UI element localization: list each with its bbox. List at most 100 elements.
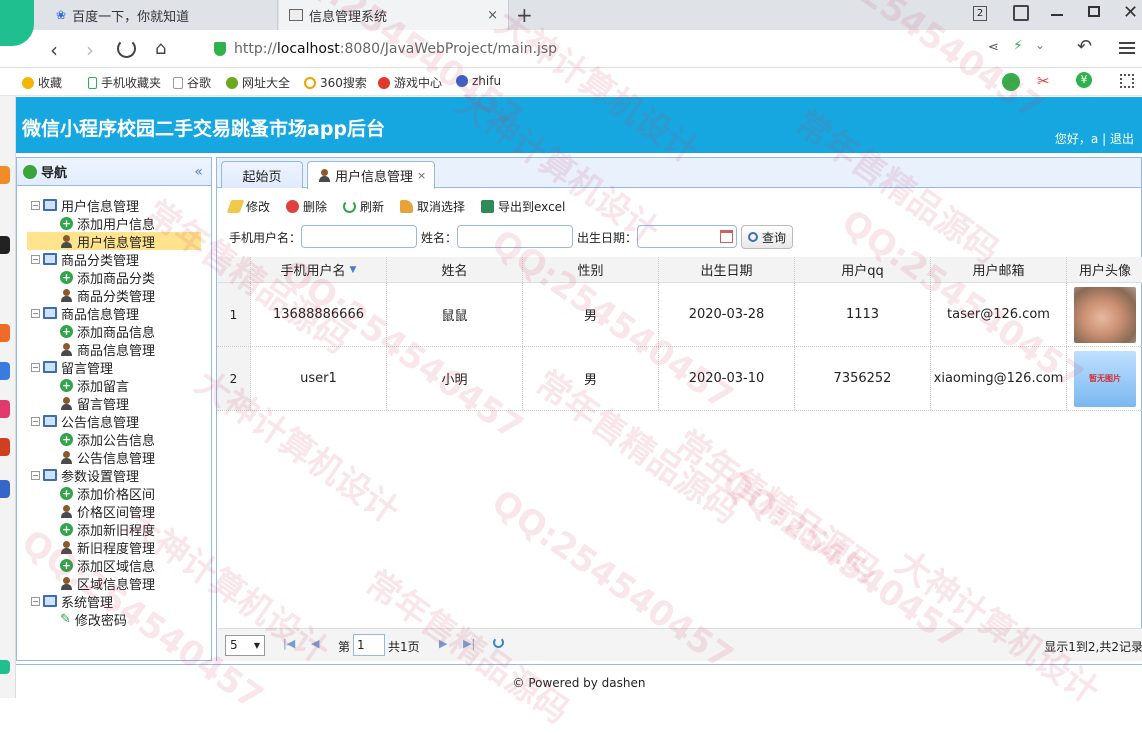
close-tab-icon[interactable]: × bbox=[487, 8, 498, 23]
column-name[interactable]: 姓名 bbox=[387, 257, 523, 282]
undo-icon[interactable]: ↶ bbox=[1077, 36, 1092, 57]
skin-icon[interactable] bbox=[1013, 5, 1029, 21]
logout-link[interactable]: 退出 bbox=[1110, 132, 1134, 146]
nav-item[interactable]: ✎ 修改密码 bbox=[60, 610, 127, 629]
nav-item[interactable]: + 添加留言 bbox=[60, 376, 129, 395]
nav-item[interactable]: 商品信息管理 bbox=[60, 340, 155, 359]
bookmark-mobile[interactable]: 手机收藏夹 bbox=[88, 74, 161, 91]
prev-page-icon[interactable]: ◀ bbox=[311, 637, 319, 650]
nav-item[interactable]: 区域信息管理 bbox=[60, 574, 155, 593]
column-qq[interactable]: 用户qq bbox=[795, 257, 931, 282]
name-search-input[interactable] bbox=[457, 225, 573, 248]
nav-item[interactable]: + 添加商品信息 bbox=[60, 322, 155, 341]
forward-icon[interactable]: › bbox=[86, 38, 94, 62]
nav-item[interactable]: 商品分类管理 bbox=[60, 286, 155, 305]
table-row[interactable]: 2 user1 小明 男 2020-03-10 7356252 xiaoming… bbox=[217, 347, 1142, 411]
url-field[interactable]: http:// localhost :8080/JavaWebProject/m… bbox=[214, 38, 954, 60]
collapse-toggle-icon[interactable]: − bbox=[31, 596, 40, 606]
next-page-icon[interactable]: ▶ bbox=[439, 637, 447, 650]
collapse-toggle-icon[interactable]: − bbox=[31, 470, 40, 480]
table-row[interactable]: 1 13688886666 鼠鼠 男 2020-03-28 1113 taser… bbox=[217, 283, 1142, 347]
edit-button[interactable]: 修改 bbox=[226, 198, 270, 215]
sidebar-app-icon[interactable] bbox=[0, 362, 10, 380]
minimize-icon[interactable] bbox=[1051, 14, 1063, 16]
nav-item[interactable]: 用户信息管理 bbox=[27, 232, 201, 251]
tab-count-badge[interactable]: 2 bbox=[973, 6, 987, 21]
query-button[interactable]: 查询 bbox=[741, 225, 793, 249]
bookmark-google[interactable]: 谷歌 bbox=[173, 74, 211, 91]
first-page-icon[interactable]: |◀ bbox=[283, 637, 295, 650]
reload-icon[interactable] bbox=[117, 39, 136, 58]
delete-button[interactable]: 删除 bbox=[286, 198, 327, 215]
back-icon[interactable]: ‹ bbox=[50, 38, 58, 62]
sidebar-app-icon[interactable] bbox=[0, 236, 10, 254]
tab-user-management[interactable]: 用户信息管理 × bbox=[307, 161, 435, 189]
close-window-icon[interactable]: ✕ bbox=[1123, 2, 1138, 23]
yen-icon[interactable]: ¥ bbox=[1076, 72, 1092, 88]
column-avatar[interactable]: 用户头像 bbox=[1067, 257, 1142, 282]
cancel-select-button[interactable]: 取消选择 bbox=[400, 198, 465, 215]
dropdown-icon[interactable]: ⌄ bbox=[1035, 38, 1045, 52]
sidebar-app-icon[interactable] bbox=[0, 438, 10, 456]
column-gender[interactable]: 性别 bbox=[523, 257, 659, 282]
close-tab-icon[interactable]: × bbox=[417, 169, 426, 182]
page-size-select[interactable]: 5 ▼ bbox=[225, 635, 265, 656]
nav-item[interactable]: 新旧程度管理 bbox=[60, 538, 155, 557]
sidebar-app-icon[interactable] bbox=[0, 400, 10, 418]
last-page-icon[interactable]: ▶| bbox=[463, 637, 475, 650]
nav-group[interactable]: − 系统管理 bbox=[31, 592, 113, 611]
export-excel-button[interactable]: 导出到excel bbox=[481, 198, 565, 215]
tab-home[interactable]: 起始页 bbox=[221, 161, 303, 188]
birth-date-input[interactable] bbox=[637, 225, 737, 248]
collapse-toggle-icon[interactable]: − bbox=[31, 416, 40, 426]
bookmark-sites[interactable]: 网址大全 bbox=[226, 74, 290, 91]
bookmark-favorites[interactable]: 收藏 bbox=[22, 74, 62, 91]
new-tab-button[interactable]: + bbox=[516, 3, 533, 27]
sidebar-app-icon[interactable] bbox=[0, 324, 10, 342]
nav-item[interactable]: + 添加公告信息 bbox=[60, 430, 155, 449]
bookmark-360[interactable]: 360搜索 bbox=[304, 74, 367, 91]
calendar-icon[interactable] bbox=[720, 230, 733, 243]
refresh-button[interactable]: 刷新 bbox=[343, 198, 384, 215]
nav-group[interactable]: − 商品分类管理 bbox=[31, 250, 139, 269]
bookmark-zhifu[interactable]: zhifu bbox=[456, 74, 501, 88]
nav-group[interactable]: − 公告信息管理 bbox=[31, 412, 139, 431]
apps-grid-icon[interactable] bbox=[1120, 74, 1134, 88]
bookmark-games[interactable]: 游戏中心 bbox=[378, 74, 442, 91]
nav-item[interactable]: 价格区间管理 bbox=[60, 502, 155, 521]
collapse-toggle-icon[interactable]: − bbox=[31, 362, 40, 372]
page-number-input[interactable]: 1 bbox=[353, 634, 385, 656]
nav-group[interactable]: − 留言管理 bbox=[31, 358, 113, 377]
menu-icon[interactable] bbox=[1119, 42, 1135, 54]
nav-group[interactable]: − 参数设置管理 bbox=[31, 466, 139, 485]
nav-item[interactable]: + 添加商品分类 bbox=[60, 268, 155, 287]
reload-page-icon[interactable] bbox=[493, 637, 504, 648]
phone-search-input[interactable] bbox=[301, 225, 417, 248]
scissors-icon[interactable]: ✂ bbox=[1037, 72, 1050, 90]
browser-tab-baidu[interactable]: ❀ 百度一下，你就知道 bbox=[46, 0, 278, 30]
column-email[interactable]: 用户邮箱 bbox=[931, 257, 1067, 282]
collapse-toggle-icon[interactable]: − bbox=[31, 200, 40, 210]
sidebar-app-icon[interactable] bbox=[0, 480, 10, 498]
nav-item[interactable]: + 添加区域信息 bbox=[60, 556, 155, 575]
sidebar-app-icon[interactable] bbox=[0, 166, 10, 184]
nav-group[interactable]: − 用户信息管理 bbox=[31, 196, 139, 215]
lightning-icon[interactable]: ⚡ bbox=[1013, 38, 1023, 54]
browser-tab-active[interactable]: 信息管理系统 × bbox=[279, 0, 509, 30]
nav-group[interactable]: − 商品信息管理 bbox=[31, 304, 139, 323]
nav-item[interactable]: 公告信息管理 bbox=[60, 448, 155, 467]
nav-item[interactable]: + 添加新旧程度 bbox=[60, 520, 155, 539]
collapse-toggle-icon[interactable]: − bbox=[31, 254, 40, 264]
share-icon[interactable]: ⋖ bbox=[988, 40, 999, 55]
nav-item[interactable]: 留言管理 bbox=[60, 394, 129, 413]
sidebar-app-icon[interactable] bbox=[0, 660, 10, 674]
extension-icon[interactable] bbox=[1002, 73, 1020, 91]
column-birth[interactable]: 出生日期 bbox=[659, 257, 795, 282]
collapse-nav-button[interactable]: « bbox=[194, 164, 203, 180]
home-icon[interactable]: ⌂ bbox=[155, 38, 166, 59]
maximize-icon[interactable] bbox=[1088, 6, 1100, 17]
collapse-toggle-icon[interactable]: − bbox=[31, 308, 40, 318]
column-phone[interactable]: 手机用户名 ▼ bbox=[251, 257, 387, 282]
nav-item[interactable]: + 添加价格区间 bbox=[60, 484, 155, 503]
nav-item[interactable]: + 添加用户信息 bbox=[60, 214, 155, 233]
